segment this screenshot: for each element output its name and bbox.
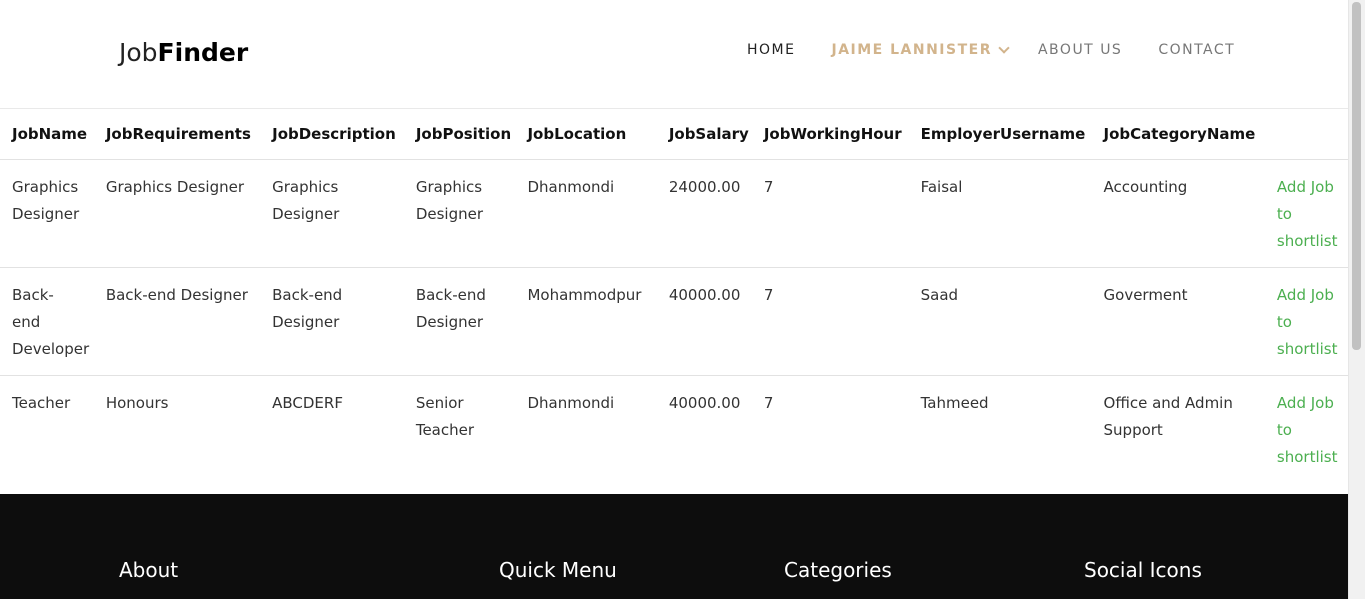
- cell-employer-username: Saad: [908, 267, 1092, 376]
- cell-job-salary: 24000.00: [656, 159, 752, 268]
- site-logo[interactable]: JobFinder: [119, 38, 248, 67]
- table-header-row: JobName JobRequirements JobDescription J…: [0, 109, 1349, 160]
- table-row: Graphics Designer Graphics Designer Grap…: [0, 159, 1349, 268]
- vertical-scrollbar[interactable]: [1348, 0, 1365, 599]
- nav-user-label: JAIME LANNISTER: [831, 42, 992, 58]
- footer-about-heading: About: [119, 558, 179, 582]
- cell-action: Add Job to shortlist: [1264, 159, 1349, 268]
- cell-job-description: Back-end Designer: [260, 267, 404, 376]
- cell-job-working-hour: 7: [751, 267, 909, 376]
- chevron-down-icon: [998, 42, 1010, 54]
- cell-employer-username: Faisal: [908, 159, 1092, 268]
- cell-job-location: Dhanmondi: [515, 159, 657, 268]
- header-job-working-hour: JobWorkingHour: [751, 109, 909, 160]
- cell-job-requirements: Graphics Designer: [93, 159, 261, 268]
- cell-job-name: Back-end Developer: [0, 267, 94, 376]
- footer-quick-menu-heading: Quick Menu: [499, 558, 617, 582]
- cell-job-requirements: Back-end Designer: [93, 267, 261, 376]
- cell-job-description: Graphics Designer: [260, 159, 404, 268]
- cell-job-category-name: Goverment: [1091, 267, 1265, 376]
- table-row: Back-end Developer Back-end Designer Bac…: [0, 267, 1349, 376]
- cell-action: Add Job to shortlist: [1264, 267, 1349, 376]
- cell-job-position: Back-end Designer: [403, 267, 516, 376]
- jobs-table: JobName JobRequirements JobDescription J…: [0, 109, 1349, 483]
- cell-job-name: Graphics Designer: [0, 159, 94, 268]
- logo-bold-text: Finder: [157, 38, 249, 67]
- add-to-shortlist-link[interactable]: Add Job to shortlist: [1277, 394, 1338, 466]
- header-job-name: JobName: [0, 109, 94, 160]
- logo-light-text: Job: [119, 38, 158, 67]
- footer-social-icons-heading: Social Icons: [1084, 558, 1202, 582]
- cell-employer-username: Tahmeed: [920, 394, 989, 412]
- cell-job-salary: 40000.00: [656, 267, 752, 376]
- table-row: Teacher Honours ABCDERF Senior Teacher D…: [0, 376, 1349, 484]
- nav-contact[interactable]: CONTACT: [1158, 42, 1235, 58]
- header-action: [1264, 109, 1349, 160]
- header-employer-username: EmployerUsername: [908, 109, 1092, 160]
- nav-about[interactable]: ABOUT US: [1038, 42, 1122, 58]
- footer-categories-heading: Categories: [784, 558, 892, 582]
- nav-user-dropdown[interactable]: JAIME LANNISTER: [831, 42, 1010, 58]
- cell-job-name: Teacher: [12, 394, 71, 412]
- cell-job-position: Graphics Designer: [403, 159, 516, 268]
- nav-home[interactable]: HOME: [747, 42, 795, 58]
- main-nav: HOME JAIME LANNISTER ABOUT US CONTACT: [747, 42, 1235, 58]
- header-job-salary: JobSalary: [656, 109, 752, 160]
- header-job-position: JobPosition: [403, 109, 516, 160]
- header-job-description: JobDescription: [260, 109, 404, 160]
- cell-job-working-hour: 7: [751, 159, 909, 268]
- cell-action: Add Job to shortlist: [1265, 376, 1349, 484]
- header-job-category-name: JobCategoryName: [1091, 109, 1265, 160]
- scrollbar-thumb[interactable]: [1352, 2, 1361, 350]
- cell-job-description: ABCDERF: [272, 394, 343, 412]
- cell-job-requirements: Honours: [105, 394, 169, 412]
- add-to-shortlist-link[interactable]: Add Job to shortlist: [1277, 286, 1338, 358]
- cell-job-position: Senior Teacher: [415, 394, 475, 439]
- cell-job-category-name: Accounting: [1091, 159, 1265, 268]
- header-job-requirements: JobRequirements: [93, 109, 261, 160]
- add-to-shortlist-link[interactable]: Add Job to shortlist: [1277, 178, 1338, 250]
- page: JobFinder HOME JAIME LANNISTER ABOUT US …: [0, 0, 1365, 599]
- jobs-table-container: JobName JobRequirements JobDescription J…: [0, 109, 1349, 494]
- site-footer: About Quick Menu Categories Social Icons: [0, 494, 1349, 599]
- header-job-location: JobLocation: [515, 109, 657, 160]
- site-header: JobFinder HOME JAIME LANNISTER ABOUT US …: [0, 0, 1349, 109]
- cell-job-salary: 40000.00: [668, 394, 741, 412]
- cell-job-working-hour: 7: [763, 394, 774, 412]
- cell-job-location: Dhanmondi: [527, 394, 615, 412]
- cell-job-category-name: Office and Admin Support: [1103, 394, 1233, 439]
- cell-job-location: Mohammodpur: [515, 267, 657, 376]
